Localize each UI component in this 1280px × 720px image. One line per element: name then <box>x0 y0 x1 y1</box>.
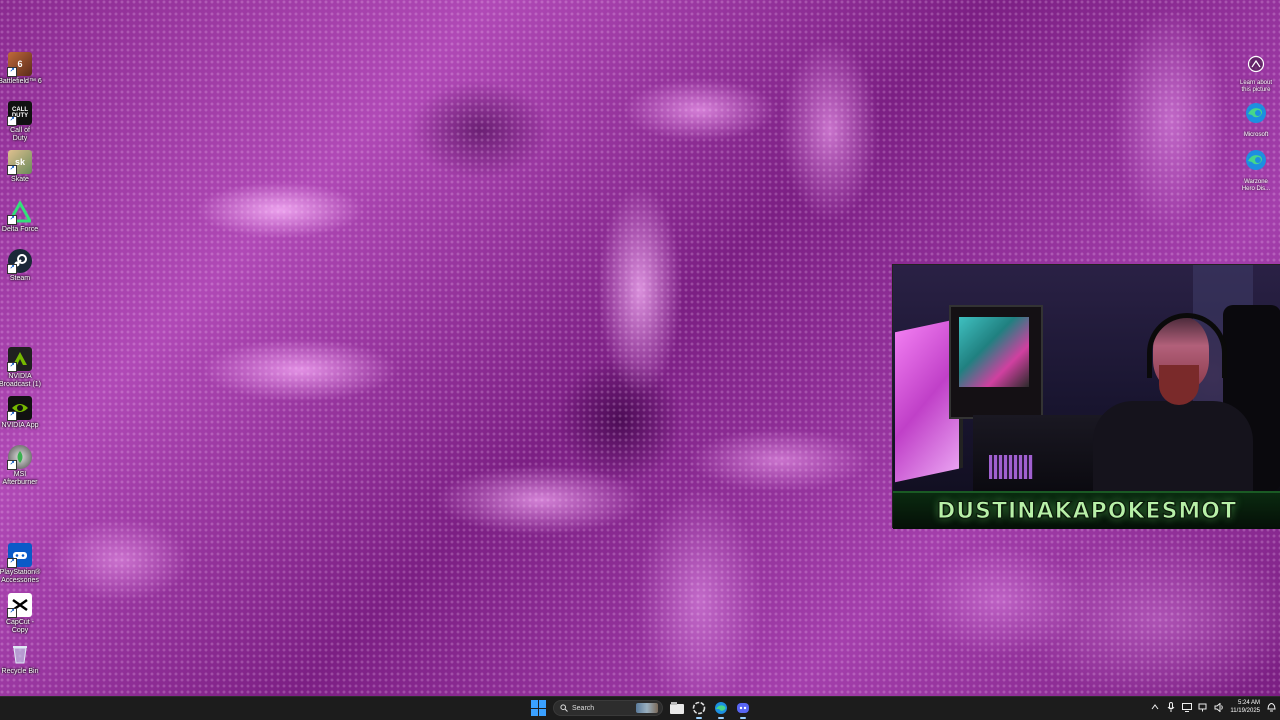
taskbar-app-chatgpt[interactable] <box>691 700 707 719</box>
taskbar-search[interactable]: Search <box>553 700 663 716</box>
discord-icon <box>737 703 749 713</box>
edge-shortcut-icon <box>1244 148 1268 177</box>
call-of-duty-icon: ↗ CALL DUTY <box>7 101 32 126</box>
microphone-icon <box>1168 702 1175 712</box>
volume-tray-button[interactable] <box>1214 702 1224 712</box>
notifications-button[interactable] <box>1266 702 1276 712</box>
streamer-name-banner: DUSTINAKAPOKESMOT <box>893 491 1280 529</box>
search-label: Search <box>572 704 595 712</box>
webcam-feed <box>893 265 1280 491</box>
clock-time: 5:24 AM <box>1237 700 1260 706</box>
desktop-icon-nvidia-app[interactable]: ↗ NVIDIA App <box>0 396 40 430</box>
recycle-bin-icon <box>8 642 32 666</box>
display-icon <box>1182 702 1193 712</box>
desktop-icon-steam[interactable]: ↗ Steam <box>0 249 40 283</box>
desktop-icon-label: NVIDIA Broadcast (1) <box>0 373 42 388</box>
desktop-icon-label: CapCut - Copy <box>5 619 34 634</box>
skate-icon: ↗ sk <box>7 150 32 175</box>
volume-icon <box>1214 702 1224 712</box>
desktop-icon-label: Steam <box>9 275 31 282</box>
desktop-icon-warzone[interactable]: Warzone Hero Dis... <box>1234 148 1278 193</box>
desktop-icon-label: MSI Afterburner <box>2 471 38 486</box>
desktop-icon-delta-force[interactable]: ↗ Delta Force <box>0 200 40 234</box>
streamer-name-text: DUSTINAKAPOKESMOT <box>936 498 1238 524</box>
desktop-icon-msi-afterburner[interactable]: ↗ MSI Afterburner <box>0 445 40 487</box>
pc-glass-panel <box>959 317 1029 387</box>
desktop-icon-label: Battlefield™ 6 <box>0 78 42 85</box>
taskbar-center: Search <box>531 700 751 719</box>
desktop-icon-skate[interactable]: ↗ sk Skate <box>0 150 40 184</box>
nvidia-broadcast-icon: ↗ <box>7 347 32 372</box>
delta-force-icon: ↗ <box>7 200 32 225</box>
taskbar: Search 5:24 AM 11/19/2025 <box>0 696 1280 720</box>
start-button[interactable] <box>531 700 547 716</box>
desktop-icon-call-of-duty[interactable]: ↗ CALL DUTY Call of Duty <box>0 101 40 143</box>
desktop-icon-label: Warzone Hero Dis... <box>1241 179 1271 192</box>
capcut-icon: ↗ <box>7 593 32 618</box>
edge-icon <box>715 702 727 714</box>
desktop-icon-label: Recycle Bin <box>1 668 39 675</box>
streamer-image <box>1093 313 1253 491</box>
microsoft-edge-icon <box>1244 101 1268 130</box>
taskbar-app-file-explorer[interactable] <box>669 700 685 716</box>
desktop-icon-playstation-accessories[interactable]: ↗ PlayStation® Accessories <box>0 543 40 585</box>
desktop-icon-label: Delta Force <box>1 226 39 233</box>
desktop-icon-capcut[interactable]: ↗ CapCut - Copy <box>0 593 40 635</box>
desktop-icon-label: Learn about this picture <box>1239 80 1273 93</box>
display-tray-button[interactable] <box>1182 702 1193 712</box>
desktop-icon-label: Skate <box>11 176 29 183</box>
desktop-icon-battlefield[interactable]: ↗ 6 Battlefield™ 6 <box>0 52 42 86</box>
microphone-tray-button[interactable] <box>1166 702 1176 712</box>
desktop-icon-nvidia-broadcast[interactable]: ↗ NVIDIA Broadcast (1) <box>0 347 42 389</box>
battlefield-icon: ↗ 6 <box>7 52 32 77</box>
msi-afterburner-icon: ↗ <box>7 445 32 470</box>
taskbar-clock[interactable]: 5:24 AM 11/19/2025 <box>1230 699 1260 715</box>
taskbar-app-edge[interactable] <box>713 700 729 719</box>
search-highlight-image <box>636 703 658 713</box>
show-hidden-icons-button[interactable] <box>1150 702 1160 712</box>
desktop-icon-recycle-bin[interactable]: Recycle Bin <box>0 642 40 676</box>
search-icon <box>560 704 568 712</box>
desktop-icon-label: Microsoft <box>1243 132 1269 138</box>
file-explorer-icon <box>670 702 684 714</box>
keyboard-image <box>989 455 1033 479</box>
desktop-icon-label: Call of Duty <box>10 127 30 142</box>
system-tray: 5:24 AM 11/19/2025 <box>1150 699 1276 715</box>
notification-bell-icon <box>1266 703 1276 712</box>
taskbar-app-discord[interactable] <box>735 700 751 719</box>
steam-icon: ↗ <box>7 249 32 274</box>
clock-date: 11/19/2025 <box>1230 708 1260 714</box>
nvidia-app-icon: ↗ <box>7 396 32 421</box>
chatgpt-icon <box>692 701 706 715</box>
chevron-up-icon <box>1152 704 1159 710</box>
desktop-icon-microsoft[interactable]: Microsoft <box>1234 101 1278 139</box>
network-tray-button[interactable] <box>1198 702 1208 712</box>
learn-about-picture-icon <box>1247 55 1265 78</box>
desktop-icon-label: NVIDIA App <box>1 422 39 429</box>
desktop-icon-label: PlayStation® Accessories <box>0 569 41 584</box>
webcam-overlay: DUSTINAKAPOKESMOT <box>892 264 1280 529</box>
playstation-accessories-icon: ↗ <box>7 543 32 568</box>
network-icon <box>1198 703 1207 711</box>
desktop-icon-learn-about-picture[interactable]: Learn about this picture <box>1234 55 1278 94</box>
